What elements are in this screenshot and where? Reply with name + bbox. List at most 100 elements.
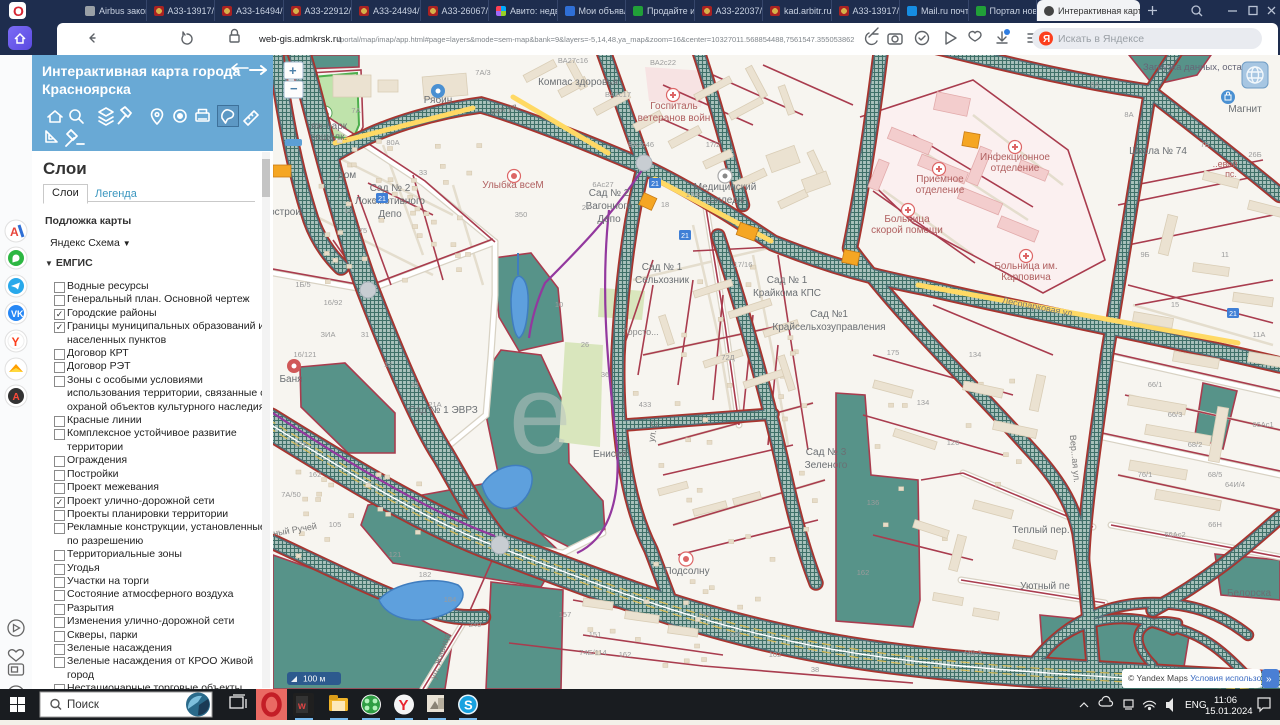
svg-text:15: 15 <box>1171 300 1179 309</box>
svg-text:157: 157 <box>559 610 572 619</box>
svg-text:151: 151 <box>589 630 602 639</box>
svg-text:18: 18 <box>661 200 669 209</box>
svg-text:1Б/5: 1Б/5 <box>295 280 310 289</box>
svg-text:отделение: отделение <box>991 163 1040 174</box>
svg-text:21: 21 <box>681 233 689 240</box>
svg-text:102: 102 <box>769 650 782 659</box>
svg-text:17/2: 17/2 <box>706 140 721 149</box>
svg-text:Теплый пер.: Теплый пер. <box>1012 525 1069 536</box>
svg-text:web-gis.admkrsk.ru: web-gis.admkrsk.ru <box>258 34 341 45</box>
svg-text:Искать в Яндексе: Искать в Яндексе <box>1058 33 1144 45</box>
svg-text:7Б: 7Б <box>1200 140 1209 149</box>
svg-text:64И/4: 64И/4 <box>1225 480 1245 489</box>
svg-text:12: 12 <box>384 360 392 369</box>
svg-text:7А/3: 7А/3 <box>475 68 490 77</box>
svg-text:острои: острои <box>273 207 301 218</box>
svg-text:O: O <box>13 3 24 19</box>
svg-text:+: + <box>289 63 297 78</box>
svg-text:433: 433 <box>639 400 652 409</box>
svg-text:68/2: 68/2 <box>1188 440 1203 449</box>
svg-text:182: 182 <box>419 570 432 579</box>
svg-text:75: 75 <box>359 226 367 235</box>
svg-text:отделение: отделение <box>916 185 965 196</box>
svg-text:121: 121 <box>389 550 402 559</box>
svg-text:76/1: 76/1 <box>1138 470 1153 479</box>
svg-text:136: 136 <box>867 498 880 507</box>
svg-text:162: 162 <box>857 568 870 577</box>
svg-text:80А: 80А <box>386 138 399 147</box>
svg-text:Крайкома КПС: Крайкома КПС <box>753 288 821 299</box>
svg-text:/portal/map/imap/app.html#page: /portal/map/imap/app.html#page=layers&mo… <box>338 35 854 44</box>
svg-text:»: » <box>1266 674 1272 685</box>
svg-text:17/16: 17/16 <box>734 260 753 269</box>
svg-text:A: A <box>10 225 19 239</box>
svg-text:66/3: 66/3 <box>1168 410 1183 419</box>
svg-text:Баня: Баня <box>279 374 302 385</box>
svg-text:Я: Я <box>1043 34 1050 45</box>
svg-text:Компас здоровья: Компас здоровья <box>538 77 618 88</box>
svg-text:66Н: 66Н <box>1208 520 1222 529</box>
svg-text:126: 126 <box>947 438 960 447</box>
svg-text:Локомотивного: Локомотивного <box>355 196 425 207</box>
svg-text:240: 240 <box>469 620 482 629</box>
svg-text:Госпиталь: Госпиталь <box>650 101 697 112</box>
svg-text:ветеранов войн: ветеранов войн <box>638 113 711 124</box>
svg-text:Подсолну: Подсолну <box>664 566 709 577</box>
svg-text:175: 175 <box>887 348 900 357</box>
svg-text:31: 31 <box>361 330 369 339</box>
svg-text:Сад № 3: Сад № 3 <box>806 447 847 458</box>
svg-text:162: 162 <box>309 470 322 479</box>
svg-text:ВА2с22: ВА2с22 <box>650 58 676 67</box>
svg-text:скорой помощи: скорой помощи <box>871 225 943 236</box>
svg-text:31: 31 <box>411 380 419 389</box>
svg-text:36: 36 <box>601 370 609 379</box>
svg-text:184: 184 <box>444 595 457 604</box>
svg-text:Сад № 1: Сад № 1 <box>642 262 683 273</box>
svg-text:16/92: 16/92 <box>324 298 343 307</box>
svg-text:26: 26 <box>581 340 589 349</box>
svg-text:Y: Y <box>12 335 20 349</box>
svg-text:11А: 11А <box>1253 330 1266 339</box>
svg-text:e: e <box>509 352 571 477</box>
svg-text:244: 244 <box>699 610 712 619</box>
svg-text:72Д: 72Д <box>721 353 734 362</box>
svg-text:38: 38 <box>811 665 819 674</box>
svg-text:162: 162 <box>619 650 632 659</box>
svg-text:..евой: ..евой <box>1213 159 1238 169</box>
svg-text:защелк.: защелк. <box>311 132 347 143</box>
svg-text:дом: дом <box>338 170 356 181</box>
svg-text:ВА2с17: ВА2с17 <box>605 90 631 99</box>
svg-text:ENG: ENG <box>1185 700 1207 711</box>
svg-text:16/121: 16/121 <box>294 350 317 359</box>
svg-text:125: 125 <box>729 630 742 639</box>
svg-text:21: 21 <box>651 181 659 188</box>
svg-text:VK: VK <box>11 309 24 319</box>
svg-text:Депо: Депо <box>597 214 621 225</box>
svg-text:ОД-3: ОД-3 <box>964 648 981 657</box>
svg-text:Карповича: Карповича <box>1001 272 1051 283</box>
svg-text:Сад №1: Сад №1 <box>810 309 848 320</box>
svg-text:Медицинский: Медицинский <box>694 182 757 193</box>
svg-text:Магнит: Магнит <box>1228 104 1262 115</box>
svg-text:колледж: колледж <box>705 195 745 206</box>
svg-text:Горсто...: Горсто... <box>623 327 658 337</box>
svg-text:Сад № 2: Сад № 2 <box>589 188 630 199</box>
svg-text:66Ас1: 66Ас1 <box>1252 420 1273 429</box>
svg-text:134: 134 <box>969 350 982 359</box>
svg-text:105: 105 <box>329 520 342 529</box>
svg-text:66Ас2: 66Ас2 <box>1164 530 1185 539</box>
svg-text:Зеленого: Зеленого <box>805 460 848 471</box>
svg-text:Сельхозник: Сельхозник <box>635 275 690 286</box>
svg-text:6А: 6А <box>1090 80 1099 89</box>
svg-text:−: − <box>290 81 298 96</box>
svg-text:14: 14 <box>344 206 352 215</box>
svg-text:66/1: 66/1 <box>1148 380 1163 389</box>
svg-text:A: A <box>13 392 20 403</box>
svg-text:11:06: 11:06 <box>1214 695 1237 706</box>
svg-text:Крайсельхозуправления: Крайсельхозуправления <box>772 322 885 333</box>
svg-text:Сад № 1 ЭВРЗ: Сад № 1 ЭВРЗ <box>408 405 478 416</box>
svg-text:ВА3с46: ВА3с46 <box>628 140 654 149</box>
svg-text:26Б: 26Б <box>1248 150 1261 159</box>
svg-text:21: 21 <box>378 196 386 203</box>
svg-text:Уютный пе: Уютный пе <box>1020 581 1070 592</box>
